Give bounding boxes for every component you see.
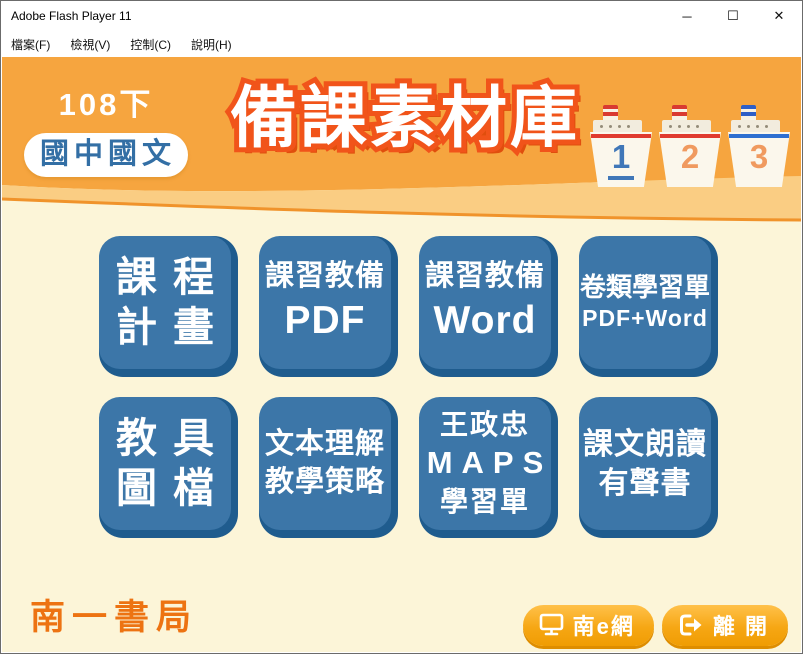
- title-bar: Adobe Flash Player 11 ─ ☐ ✕: [1, 1, 802, 31]
- window-title: Adobe Flash Player 11: [1, 9, 664, 23]
- boat-hull-icon: 2: [659, 132, 721, 187]
- tile-text-comprehension-strategy[interactable]: 文本理解 教學策略: [259, 397, 398, 538]
- boat-deck-icon: [731, 120, 780, 133]
- boat-deck-icon: [662, 120, 711, 133]
- tile-face: 課習教備 PDF: [259, 236, 391, 369]
- tile-course-plan[interactable]: 課程 計畫: [99, 236, 238, 377]
- tile-label: 課文朗讀: [583, 425, 707, 464]
- boat-number: 1: [608, 140, 634, 180]
- menu-item-view[interactable]: 檢視(V): [60, 31, 120, 57]
- app-title: 備課素材庫 備課素材庫: [214, 67, 596, 171]
- tile-label: 文本理解: [265, 426, 385, 464]
- tile-label: 課習教備: [425, 258, 545, 296]
- tile-label: PDF: [285, 296, 366, 347]
- boat-2[interactable]: 2: [659, 105, 721, 187]
- tile-label: 圖檔: [100, 464, 230, 513]
- tile-worksheets-pdf-word[interactable]: 卷類學習單 PDF+Word: [579, 236, 718, 377]
- boat-3[interactable]: 3: [728, 105, 790, 187]
- boat-hull-icon: 1: [590, 132, 652, 187]
- semester-label: 108下: [24, 79, 188, 124]
- monitor-icon: [539, 613, 564, 636]
- boat-1[interactable]: 1: [590, 105, 652, 187]
- tile-textbook-pdf[interactable]: 課習教備 PDF: [259, 236, 398, 377]
- tile-label: MAPS: [418, 443, 553, 483]
- nan-e-web-button[interactable]: 南e網: [523, 605, 654, 646]
- maximize-button[interactable]: ☐: [710, 1, 756, 31]
- tile-textbook-word[interactable]: 課習教備 Word: [419, 236, 558, 377]
- menu-bar: 檔案(F) 檢視(V) 控制(C) 說明(H): [1, 31, 802, 57]
- tile-label: 卷類學習單: [580, 271, 710, 305]
- app-window: Adobe Flash Player 11 ─ ☐ ✕ 檔案(F) 檢視(V) …: [0, 0, 803, 654]
- tile-label: 計畫: [100, 303, 230, 352]
- tile-face: 課文朗讀 有聲書: [579, 397, 711, 530]
- publisher-logo: 南一書局: [30, 589, 198, 640]
- exit-icon: [678, 613, 704, 637]
- menu-item-control[interactable]: 控制(C): [120, 31, 181, 57]
- exit-button[interactable]: 離 開: [662, 605, 788, 646]
- tile-grid: 課程 計畫 課習教備 PDF 課習教備 Word 卷類學習單: [99, 236, 718, 538]
- tile-label: 教學策略: [265, 464, 385, 502]
- close-button[interactable]: ✕: [756, 1, 802, 31]
- boat-number: 2: [681, 140, 699, 175]
- tile-face: 王政忠 MAPS 學習單: [419, 397, 551, 530]
- exit-label: 離 開: [713, 609, 769, 641]
- tile-label: PDF+Word: [582, 304, 708, 334]
- tile-label: 課習教備: [265, 258, 385, 296]
- boat-number: 3: [750, 140, 768, 175]
- tile-maps-worksheet[interactable]: 王政忠 MAPS 學習單: [419, 397, 558, 538]
- boat-deck-icon: [593, 120, 642, 133]
- menu-item-file[interactable]: 檔案(F): [1, 31, 60, 57]
- footer-buttons: 南e網 離 開: [523, 605, 788, 646]
- tile-audio-reading[interactable]: 課文朗讀 有聲書: [579, 397, 718, 538]
- tile-label: 課程: [100, 253, 230, 302]
- nan-e-web-label: 南e網: [573, 609, 635, 641]
- boat-hull-icon: 3: [728, 132, 790, 187]
- volume-selector: 1 2 3: [590, 105, 790, 187]
- app-title-text: 備課素材庫: [214, 67, 596, 171]
- flash-content: 108下 國中國文 備課素材庫 備課素材庫 1: [2, 57, 801, 652]
- edition-block: 108下 國中國文: [24, 79, 188, 177]
- tile-label: 有聲書: [599, 464, 692, 503]
- tile-face: 課習教備 Word: [419, 236, 551, 369]
- tile-label: 學習單: [440, 484, 530, 520]
- window-controls: ─ ☐ ✕: [664, 1, 802, 31]
- tile-label: 王政忠: [440, 407, 530, 443]
- tile-face: 文本理解 教學策略: [259, 397, 391, 530]
- minimize-button[interactable]: ─: [664, 1, 710, 31]
- tile-face: 卷類學習單 PDF+Word: [579, 236, 711, 369]
- tile-label: 教具: [100, 414, 230, 463]
- tile-teaching-aid-images[interactable]: 教具 圖檔: [99, 397, 238, 538]
- tile-face: 課程 計畫: [99, 236, 231, 369]
- menu-item-help[interactable]: 說明(H): [181, 31, 242, 57]
- subject-badge: 國中國文: [24, 133, 188, 177]
- tile-label: Word: [434, 296, 537, 347]
- tile-face: 教具 圖檔: [99, 397, 231, 530]
